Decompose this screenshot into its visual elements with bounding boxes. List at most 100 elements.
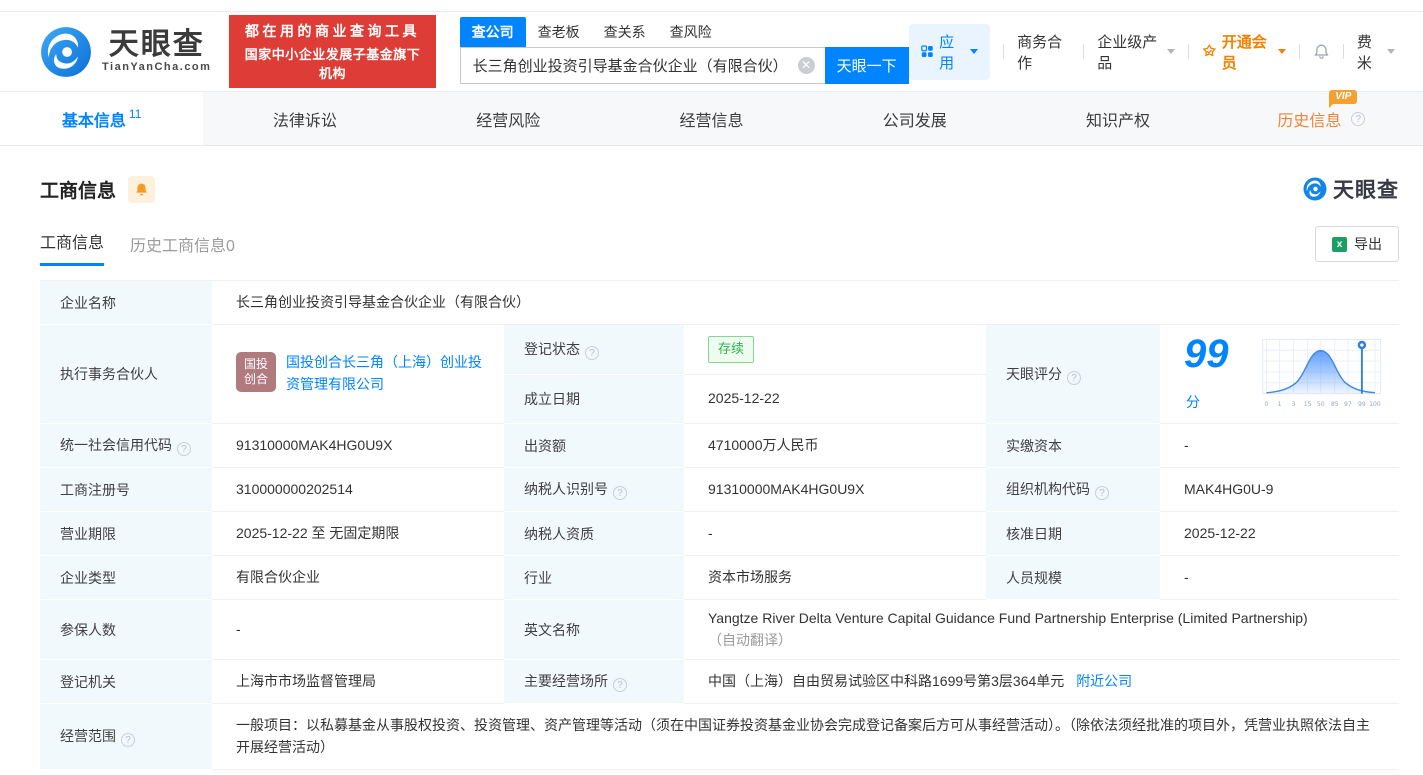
- business-info-table: 企业名称 长三角创业投资引导基金合伙企业（有限合伙） 执行事务合伙人 国投 创合…: [40, 280, 1399, 771]
- search-button[interactable]: 天眼一下: [824, 47, 909, 84]
- field-value-taxpayer-id: 91310000MAK4HG0U9X: [684, 468, 986, 512]
- search-block: 查公司 查老板 查关系 查风险 ✕ 天眼一下: [459, 17, 909, 84]
- score-label: 天眼评分: [1006, 365, 1062, 382]
- tab-business-info[interactable]: 经营信息: [610, 92, 813, 145]
- clear-search-icon[interactable]: ✕: [797, 57, 815, 74]
- notification-bell-icon[interactable]: [1313, 42, 1330, 61]
- subtab-business-info[interactable]: 工商信息: [40, 229, 105, 266]
- svg-text:99: 99: [1358, 401, 1366, 408]
- help-icon[interactable]: ?: [613, 678, 627, 693]
- tab-label: 历史信息: [1277, 112, 1342, 130]
- field-label-paid-capital: 实缴资本: [986, 424, 1160, 468]
- help-icon[interactable]: ?: [585, 346, 599, 361]
- help-icon[interactable]: ?: [121, 733, 135, 748]
- tab-company-development[interactable]: 公司发展: [813, 92, 1016, 145]
- tab-basic-info[interactable]: 基本信息 11: [0, 92, 204, 145]
- search-input[interactable]: [459, 47, 825, 84]
- excel-icon: x: [1332, 236, 1347, 252]
- field-value-company-name: 长三角创业投资引导基金合伙企业（有限合伙）: [212, 281, 1399, 325]
- username-label: 费米: [1356, 33, 1372, 72]
- menu-enterprise-product[interactable]: 企业级产品: [1097, 31, 1176, 73]
- vip-badge: VIP: [1329, 89, 1358, 108]
- field-value-org-code: MAK4HG0U-9: [1160, 468, 1399, 512]
- apps-menu-button[interactable]: 应用: [908, 23, 991, 80]
- user-menu[interactable]: 费米: [1356, 31, 1396, 73]
- help-icon[interactable]: ?: [1067, 370, 1081, 385]
- help-icon[interactable]: ?: [177, 442, 191, 456]
- tab-basic-info-label: 基本信息: [61, 112, 126, 130]
- tab-legal-proceedings[interactable]: 法律诉讼: [203, 92, 406, 145]
- subtab-history-business-info[interactable]: 历史工商信息0: [130, 232, 235, 266]
- partner-logo[interactable]: 国投 创合: [236, 352, 276, 393]
- field-label-taxpayer-quality: 纳税人资质: [504, 512, 684, 556]
- field-label-staff-size: 人员规模: [986, 556, 1160, 600]
- header-menu: 应用 商务合作 企业级产品 开通会员 费米: [908, 23, 1396, 80]
- tab-history-info[interactable]: VIP 历史信息 ?: [1220, 89, 1423, 145]
- divider: [1083, 44, 1085, 59]
- open-vip-button[interactable]: 开通会员: [1202, 31, 1287, 73]
- search-tab-relation[interactable]: 查关系: [592, 17, 658, 47]
- status-badge: 存续: [708, 336, 755, 363]
- tianyancha-logo-icon: [1303, 177, 1327, 201]
- field-value-capital: 4710000万人民币: [684, 424, 986, 468]
- field-label-company-name: 企业名称: [40, 281, 212, 325]
- field-label-company-type: 企业类型: [40, 556, 212, 600]
- tianyancha-watermark: 天眼查: [1303, 174, 1399, 204]
- company-nav-tabs: 基本信息 11 法律诉讼 经营风险 经营信息 公司发展 知识产权 VIP 历史信…: [0, 89, 1423, 146]
- help-icon[interactable]: ?: [1095, 486, 1109, 500]
- help-icon[interactable]: ?: [613, 486, 627, 500]
- field-label-business-address: 主要经营场所?: [504, 660, 684, 705]
- tianyancha-logo[interactable]: 天眼查 TianYanCha.com: [40, 26, 211, 78]
- business-scope-label: 经营范围: [60, 728, 116, 745]
- field-value-executive-partner: 国投 创合 国投创合长三角（上海）创业投资管理有限公司: [212, 325, 504, 424]
- tab-intellectual-property[interactable]: 知识产权: [1016, 92, 1219, 145]
- search-tabs: 查公司 查老板 查关系 查风险: [459, 17, 909, 47]
- field-label-business-term: 营业期限: [40, 512, 212, 556]
- partner-logo-line2: 创合: [243, 372, 268, 387]
- header: 天眼查 TianYanCha.com 都在用的商业查询工具 国家中小企业发展子基…: [0, 12, 1423, 91]
- chevron-down-icon: [1278, 49, 1287, 54]
- svg-text:100: 100: [1369, 401, 1381, 408]
- field-value-english-name: Yangtze River Delta Venture Capital Guid…: [684, 600, 1399, 661]
- field-value-credit-code: 91310000MAK4HG0U9X: [212, 424, 504, 468]
- partner-logo-line1: 国投: [243, 357, 268, 372]
- chevron-down-icon: [970, 49, 979, 54]
- orange-bell-icon: [136, 183, 147, 195]
- watermark-label: 天眼查: [1333, 179, 1399, 202]
- search-tab-company[interactable]: 查公司: [459, 17, 526, 47]
- field-value-establish-date: 2025-12-22: [684, 375, 986, 424]
- main-content: 工商信息 天眼查 工商信息 历史工商信息0 x 导出 企业名称 长三角创业投资引…: [0, 146, 1423, 771]
- field-value-paid-capital: -: [1160, 424, 1399, 468]
- chevron-down-icon: [1167, 49, 1176, 54]
- field-value-business-scope: 一般项目：以私募基金从事股权投资、投资管理、资产管理等活动（须在中国证券投资基金…: [212, 704, 1399, 771]
- field-label-score: 天眼评分?: [986, 325, 1160, 424]
- cooperation-label: 商务合作: [1017, 33, 1063, 72]
- score-axis: 0 1 3 15 50 85 97 99 100: [1264, 401, 1380, 408]
- divider: [1343, 44, 1344, 59]
- tab-label: 经营风险: [476, 112, 541, 130]
- search-tab-risk[interactable]: 查风险: [658, 17, 724, 47]
- export-label: 导出: [1354, 236, 1382, 252]
- apps-label: 应用: [939, 33, 955, 72]
- help-icon[interactable]: ?: [1351, 111, 1366, 126]
- tab-operating-risk[interactable]: 经营风险: [407, 92, 610, 145]
- field-label-reg-authority: 登记机关: [40, 660, 212, 705]
- svg-text:0: 0: [1264, 401, 1268, 408]
- field-value-taxpayer-quality: -: [684, 512, 986, 556]
- field-label-executive-partner: 执行事务合伙人: [40, 325, 212, 424]
- subtab-row: 工商信息 历史工商信息0 x 导出: [40, 226, 1399, 266]
- reg-status-label: 登记状态: [524, 341, 580, 358]
- field-label-capital: 出资额: [504, 424, 684, 468]
- field-label-reg-status: 登记状态?: [504, 325, 684, 376]
- partner-company-link[interactable]: 国投创合长三角（上海）创业投资管理有限公司: [286, 352, 488, 395]
- svg-text:15: 15: [1303, 401, 1311, 408]
- nearby-companies-link[interactable]: 附近公司: [1076, 673, 1132, 689]
- menu-cooperation[interactable]: 商务合作: [1017, 31, 1070, 73]
- monitor-bell-button[interactable]: [128, 175, 156, 203]
- search-tab-boss[interactable]: 查老板: [526, 17, 592, 47]
- field-value-reg-number: 310000000202514: [212, 468, 504, 512]
- divider: [1299, 44, 1301, 59]
- field-label-english-name: 英文名称: [504, 600, 684, 661]
- field-label-establish-date: 成立日期: [504, 375, 684, 424]
- export-button[interactable]: x 导出: [1315, 226, 1399, 262]
